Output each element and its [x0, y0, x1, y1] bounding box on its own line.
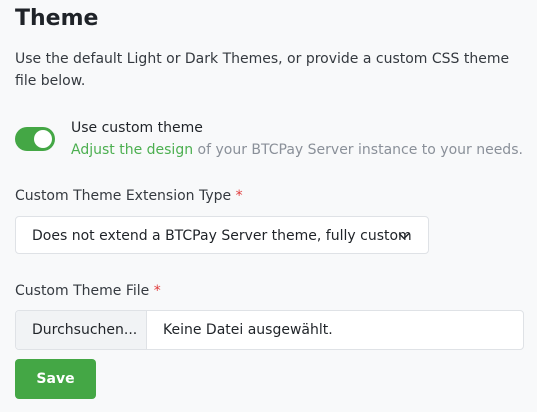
theme-file-label-text: Custom Theme File	[15, 283, 150, 299]
page-description: Use the default Light or Dark Themes, or…	[15, 51, 510, 89]
theme-file-input[interactable]: Durchsuchen... Keine Datei ausgewählt.	[15, 310, 524, 350]
extension-type-label-text: Custom Theme Extension Type	[15, 188, 232, 204]
extension-type-selected-value: Does not extend a BTCPay Server theme, f…	[32, 228, 412, 244]
required-marker: *	[153, 283, 161, 299]
theme-file-label: Custom Theme File *	[15, 281, 161, 301]
page-title: Theme	[15, 6, 99, 31]
required-marker: *	[235, 188, 243, 204]
toggle-label: Use custom theme	[71, 120, 203, 136]
file-name-display: Keine Datei ausgewählt.	[163, 322, 333, 338]
extension-type-select[interactable]: Does not extend a BTCPay Server theme, f…	[15, 216, 429, 254]
adjust-design-link[interactable]: Adjust the design	[71, 142, 193, 158]
chevron-down-icon	[398, 233, 410, 240]
browse-button[interactable]: Durchsuchen...	[16, 311, 147, 349]
extension-type-label: Custom Theme Extension Type *	[15, 186, 243, 206]
toggle-help-rest: of your BTCPay Server instance to your n…	[193, 142, 523, 158]
toggle-knob	[34, 130, 52, 148]
save-button[interactable]: Save	[15, 359, 96, 399]
toggle-help-text: Adjust the design of your BTCPay Server …	[71, 139, 523, 161]
use-custom-theme-toggle[interactable]	[15, 127, 55, 151]
